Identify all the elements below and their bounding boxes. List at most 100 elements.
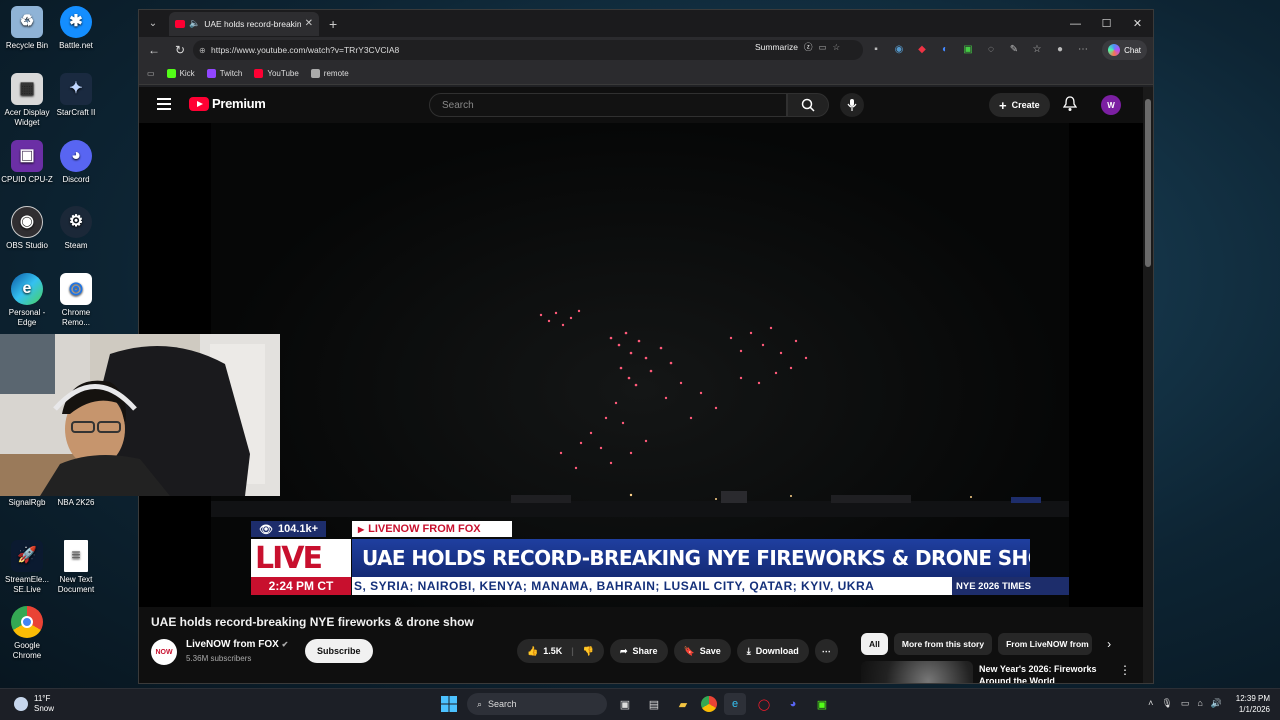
clock[interactable]: 12:39 PM 1/1/2026: [1236, 693, 1270, 715]
desktop-icon-signalrgb[interactable]: SignalRgb: [0, 498, 54, 508]
chevron-right-icon[interactable]: ›: [1098, 633, 1120, 655]
plus-icon: +: [999, 97, 1007, 113]
extension-2-icon[interactable]: ◉: [890, 40, 908, 58]
account-avatar[interactable]: W: [1101, 95, 1121, 115]
desktop-icon-text-document[interactable]: ≡ New Text Document: [49, 540, 103, 595]
network-icon[interactable]: ⌂: [1197, 698, 1202, 709]
desktop-icon-streamelements[interactable]: 🚀 StreamEle... SE.Live: [0, 540, 54, 595]
desktop-icon-steam[interactable]: ⚙ Steam: [49, 206, 103, 251]
extension-3-icon[interactable]: ◆: [913, 40, 931, 58]
bookmark-remote[interactable]: remote: [310, 69, 349, 78]
desktop-icon-recycle-bin[interactable]: ♻ Recycle Bin: [0, 6, 54, 51]
save-button[interactable]: 🔖 Save: [673, 639, 731, 663]
desktop-icon-starcraft[interactable]: ✦ StarCraft II: [49, 73, 103, 118]
scrollbar-thumb[interactable]: [1145, 99, 1151, 267]
desktop-icon-acer[interactable]: ▦ Acer Display Widget: [0, 73, 54, 128]
download-button[interactable]: ⤓ Download: [736, 639, 809, 663]
create-button[interactable]: + Create: [989, 93, 1050, 117]
extension-5-icon[interactable]: ▣: [959, 40, 977, 58]
desktop-icon-edge[interactable]: e Personal - Edge: [0, 273, 54, 328]
more-actions-button[interactable]: ⋯: [814, 639, 838, 663]
thumbs-up-icon: 👍: [527, 645, 539, 656]
favorites-icon[interactable]: ☆: [1028, 40, 1046, 58]
app-taskbar-icon[interactable]: ▣: [811, 693, 833, 715]
mic-tray-icon[interactable]: 🎙: [1161, 698, 1172, 709]
recommended-video[interactable]: New Year's 2026: Fireworks Around the Wo…: [861, 661, 1141, 683]
split-screen-icon[interactable]: ▭: [819, 42, 827, 53]
discord-taskbar-icon[interactable]: ◕: [782, 693, 804, 715]
tray-expand-icon[interactable]: ˄: [1148, 698, 1153, 709]
thumbs-down-icon[interactable]: 👎: [583, 646, 594, 657]
extension-1-icon[interactable]: ▪: [867, 40, 885, 58]
more-menu-icon[interactable]: ⋯: [1074, 40, 1092, 58]
like-button[interactable]: 👍 1.5K | 👎: [517, 639, 604, 663]
search-input[interactable]: Search: [429, 93, 787, 117]
widgets-icon[interactable]: ▤: [643, 693, 665, 715]
extension-4-icon[interactable]: ◐: [936, 40, 954, 58]
desktop-icon-nba2k[interactable]: NBA 2K26: [49, 498, 103, 508]
edge-taskbar-icon[interactable]: e: [724, 693, 746, 715]
extensions-icon[interactable]: ✎: [1005, 40, 1023, 58]
notifications-button[interactable]: [1062, 96, 1078, 117]
task-view-icon[interactable]: ▣: [614, 693, 636, 715]
profile-icon[interactable]: ●: [1051, 40, 1069, 58]
bookmark-twitch[interactable]: Twitch: [206, 69, 242, 78]
browser-window: ⌄ 🔈 UAE holds record-breaking N ✕ + — ☐ …: [138, 9, 1154, 684]
chip-more-from-story[interactable]: More from this story: [893, 633, 993, 655]
speaker-icon[interactable]: 🔈: [189, 18, 200, 29]
weather-widget[interactable]: 11°F Snow: [14, 694, 54, 714]
desktop-icon-obs[interactable]: ◉ OBS Studio: [0, 206, 54, 251]
desktop-icon-chrome-remote[interactable]: ◎ Chrome Remo...: [49, 273, 103, 328]
video-frame: 👁 104.1k+ ▶ LIVENOW FROM FOX LIVE UAE HO…: [211, 123, 1069, 607]
menu-icon[interactable]: [157, 98, 171, 113]
desktop-icon-discord[interactable]: ◕ Discord: [49, 140, 103, 185]
file-explorer-icon[interactable]: ▰: [672, 693, 694, 715]
close-window-button[interactable]: ✕: [1122, 10, 1153, 37]
extension-6-icon[interactable]: ◌: [982, 40, 1000, 58]
video-player[interactable]: 👁 104.1k+ ▶ LIVENOW FROM FOX LIVE UAE HO…: [139, 123, 1145, 607]
taskbar-search[interactable]: ⌕ Search: [467, 693, 607, 715]
chrome-taskbar-icon[interactable]: [701, 696, 717, 712]
text-document-icon: ≡: [64, 540, 88, 572]
favorite-star-icon[interactable]: ☆: [833, 42, 841, 53]
tab-list-button[interactable]: ⌄: [141, 13, 165, 35]
youtube-logo[interactable]: Premium: [189, 96, 266, 111]
volume-icon[interactable]: 🔊: [1211, 698, 1222, 709]
desktop-icon-cpuz[interactable]: ▣ CPUID CPU-Z: [0, 140, 54, 185]
streamelements-icon: 🚀: [11, 540, 43, 572]
search-button[interactable]: [787, 93, 829, 117]
start-button[interactable]: [438, 693, 460, 715]
summarize-button[interactable]: Summarize ⓩ ▭ ☆: [755, 41, 840, 53]
desktop-icon-battlenet[interactable]: ✱ Battle.net: [49, 6, 103, 51]
news-ticker: S, SYRIA; NAIROBI, KENYA; MANAMA, BAHRAI…: [352, 577, 952, 595]
chip-from-channel[interactable]: From LiveNOW from: [998, 633, 1093, 655]
tab-youtube[interactable]: 🔈 UAE holds record-breaking N ✕: [169, 11, 319, 36]
site-info-icon[interactable]: ⊕: [199, 46, 206, 55]
refresh-button[interactable]: ↻: [169, 39, 191, 61]
page-scrollbar[interactable]: [1143, 87, 1153, 683]
opera-icon[interactable]: ◯: [753, 693, 775, 715]
video-actions: 👍 1.5K | 👎 ➦ Share 🔖 Save ⤓ Download ⋯: [517, 639, 838, 663]
voice-search-button[interactable]: [840, 93, 864, 117]
channel-avatar[interactable]: NOW: [151, 639, 177, 665]
maximize-button[interactable]: ☐: [1091, 10, 1122, 37]
obs-icon: ◉: [11, 206, 43, 238]
chip-all[interactable]: All: [861, 633, 888, 655]
display-icon[interactable]: ▭: [1181, 698, 1190, 709]
new-tab-button[interactable]: +: [329, 16, 337, 32]
bookmark-youtube[interactable]: YouTube: [254, 69, 299, 78]
desktop-icon-chrome[interactable]: Google Chrome: [0, 606, 54, 661]
back-button[interactable]: ←: [143, 39, 165, 61]
video-thumbnail[interactable]: [861, 661, 973, 683]
share-button[interactable]: ➦ Share: [609, 639, 668, 663]
channel-name[interactable]: LiveNOW from FOX ✔: [186, 639, 288, 650]
minimize-button[interactable]: —: [1060, 10, 1091, 37]
tab-actions-icon[interactable]: ▭: [147, 69, 155, 78]
verified-icon: ✔: [281, 640, 289, 649]
subscribe-button[interactable]: Subscribe: [305, 639, 373, 663]
recommended-video-title[interactable]: New Year's 2026: Fireworks Around the Wo…: [979, 663, 1119, 683]
tab-close-icon[interactable]: ✕: [305, 18, 313, 29]
bookmark-kick[interactable]: Kick: [166, 69, 195, 78]
video-menu-icon[interactable]: ⋮: [1119, 663, 1131, 677]
copilot-chat-button[interactable]: Chat: [1102, 40, 1147, 60]
